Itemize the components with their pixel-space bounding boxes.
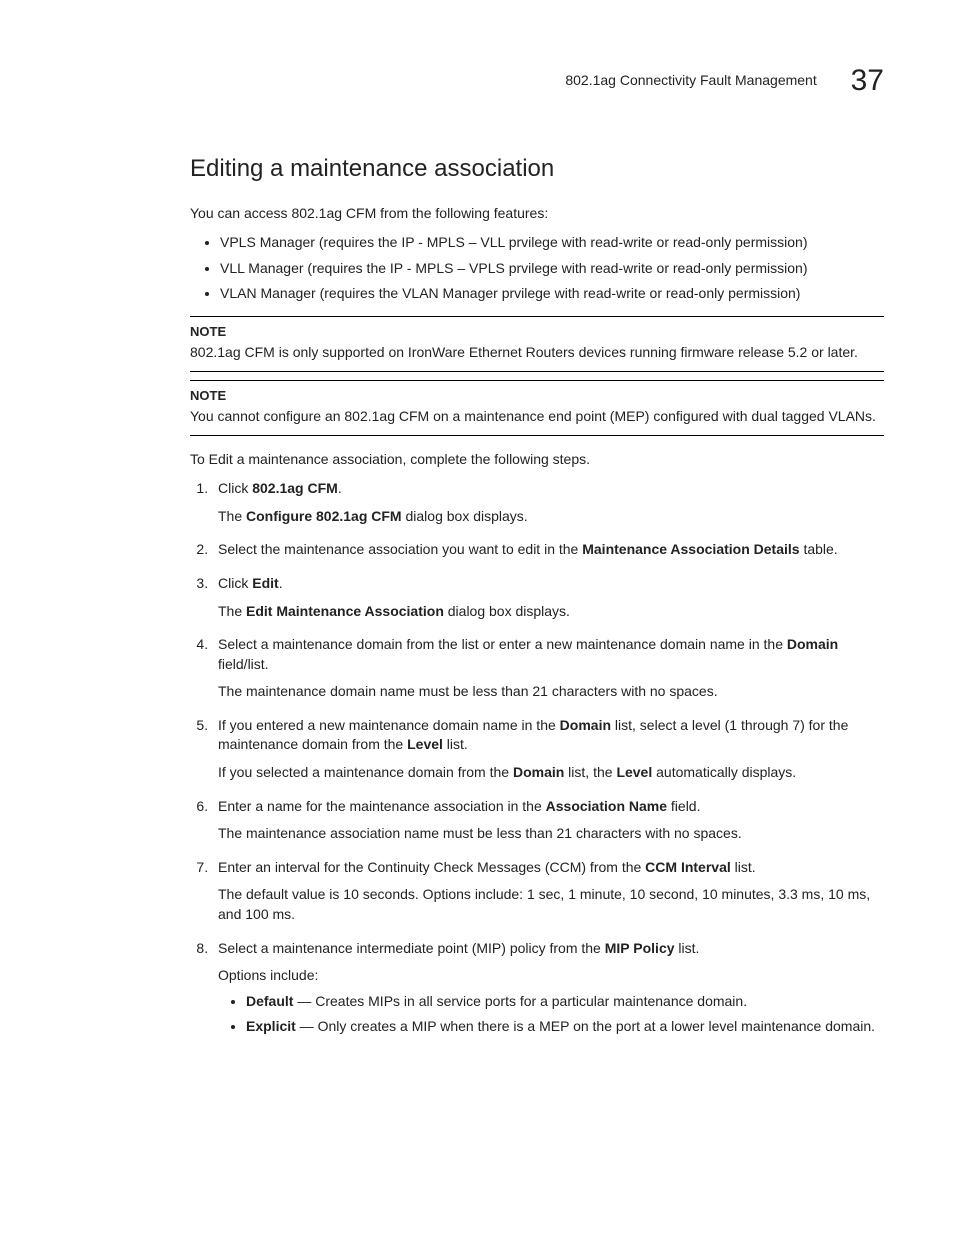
chapter-number: 37 (851, 64, 884, 97)
step-item: If you entered a new maintenance domain … (212, 716, 884, 783)
option-item: Explicit — Only creates a MIP when there… (246, 1017, 884, 1037)
note-text: You cannot configure an 802.1ag CFM on a… (190, 408, 876, 424)
section-heading: Editing a maintenance association (190, 152, 884, 186)
step-text: If you entered a new maintenance domain … (218, 717, 848, 753)
intro-bullet-list: VPLS Manager (requires the IP - MPLS – V… (190, 233, 884, 304)
step-text: Click Edit. (218, 575, 283, 591)
intro-bullet: VLL Manager (requires the IP - MPLS – VP… (220, 259, 884, 279)
step-item: Select a maintenance intermediate point … (212, 939, 884, 1037)
step-text: Select the maintenance association you w… (218, 541, 838, 557)
steps-list: Click 802.1ag CFM. The Configure 802.1ag… (190, 479, 884, 1037)
note-text: 802.1ag CFM is only supported on IronWar… (190, 344, 858, 360)
step-subtext: The default value is 10 seconds. Options… (218, 885, 884, 924)
step-text: Select a maintenance domain from the lis… (218, 636, 838, 672)
step-item: Click 802.1ag CFM. The Configure 802.1ag… (212, 479, 884, 526)
step-subtext: The maintenance association name must be… (218, 824, 884, 844)
page-content: Editing a maintenance association You ca… (190, 152, 884, 1037)
header-section-title: 802.1ag Connectivity Fault Management (565, 72, 816, 88)
step-subtext: The maintenance domain name must be less… (218, 682, 884, 702)
step-item: Enter a name for the maintenance associa… (212, 797, 884, 844)
steps-lead-in: To Edit a maintenance association, compl… (190, 450, 884, 470)
note-block: NOTE 802.1ag CFM is only supported on Ir… (190, 316, 884, 372)
step-item: Enter an interval for the Continuity Che… (212, 858, 884, 925)
step-text: Enter a name for the maintenance associa… (218, 798, 700, 814)
step-text: Enter an interval for the Continuity Che… (218, 859, 756, 875)
step-subtext: The Configure 802.1ag CFM dialog box dis… (218, 507, 884, 527)
intro-text: You can access 802.1ag CFM from the foll… (190, 204, 884, 224)
note-block: NOTE You cannot configure an 802.1ag CFM… (190, 380, 884, 436)
intro-bullet: VPLS Manager (requires the IP - MPLS – V… (220, 233, 884, 253)
option-list: Default — Creates MIPs in all service po… (218, 992, 884, 1037)
step-item: Select a maintenance domain from the lis… (212, 635, 884, 702)
step-subtext: Options include: (218, 966, 884, 986)
step-text: Click 802.1ag CFM. (218, 480, 342, 496)
step-item: Click Edit. The Edit Maintenance Associa… (212, 574, 884, 621)
step-subtext: If you selected a maintenance domain fro… (218, 763, 884, 783)
note-label: NOTE (190, 323, 884, 341)
step-subtext: The Edit Maintenance Association dialog … (218, 602, 884, 622)
step-text: Select a maintenance intermediate point … (218, 940, 699, 956)
note-label: NOTE (190, 387, 884, 405)
intro-bullet: VLAN Manager (requires the VLAN Manager … (220, 284, 884, 304)
step-item: Select the maintenance association you w… (212, 540, 884, 560)
page-header: 802.1ag Connectivity Fault Management 37 (70, 60, 884, 102)
option-item: Default — Creates MIPs in all service po… (246, 992, 884, 1012)
